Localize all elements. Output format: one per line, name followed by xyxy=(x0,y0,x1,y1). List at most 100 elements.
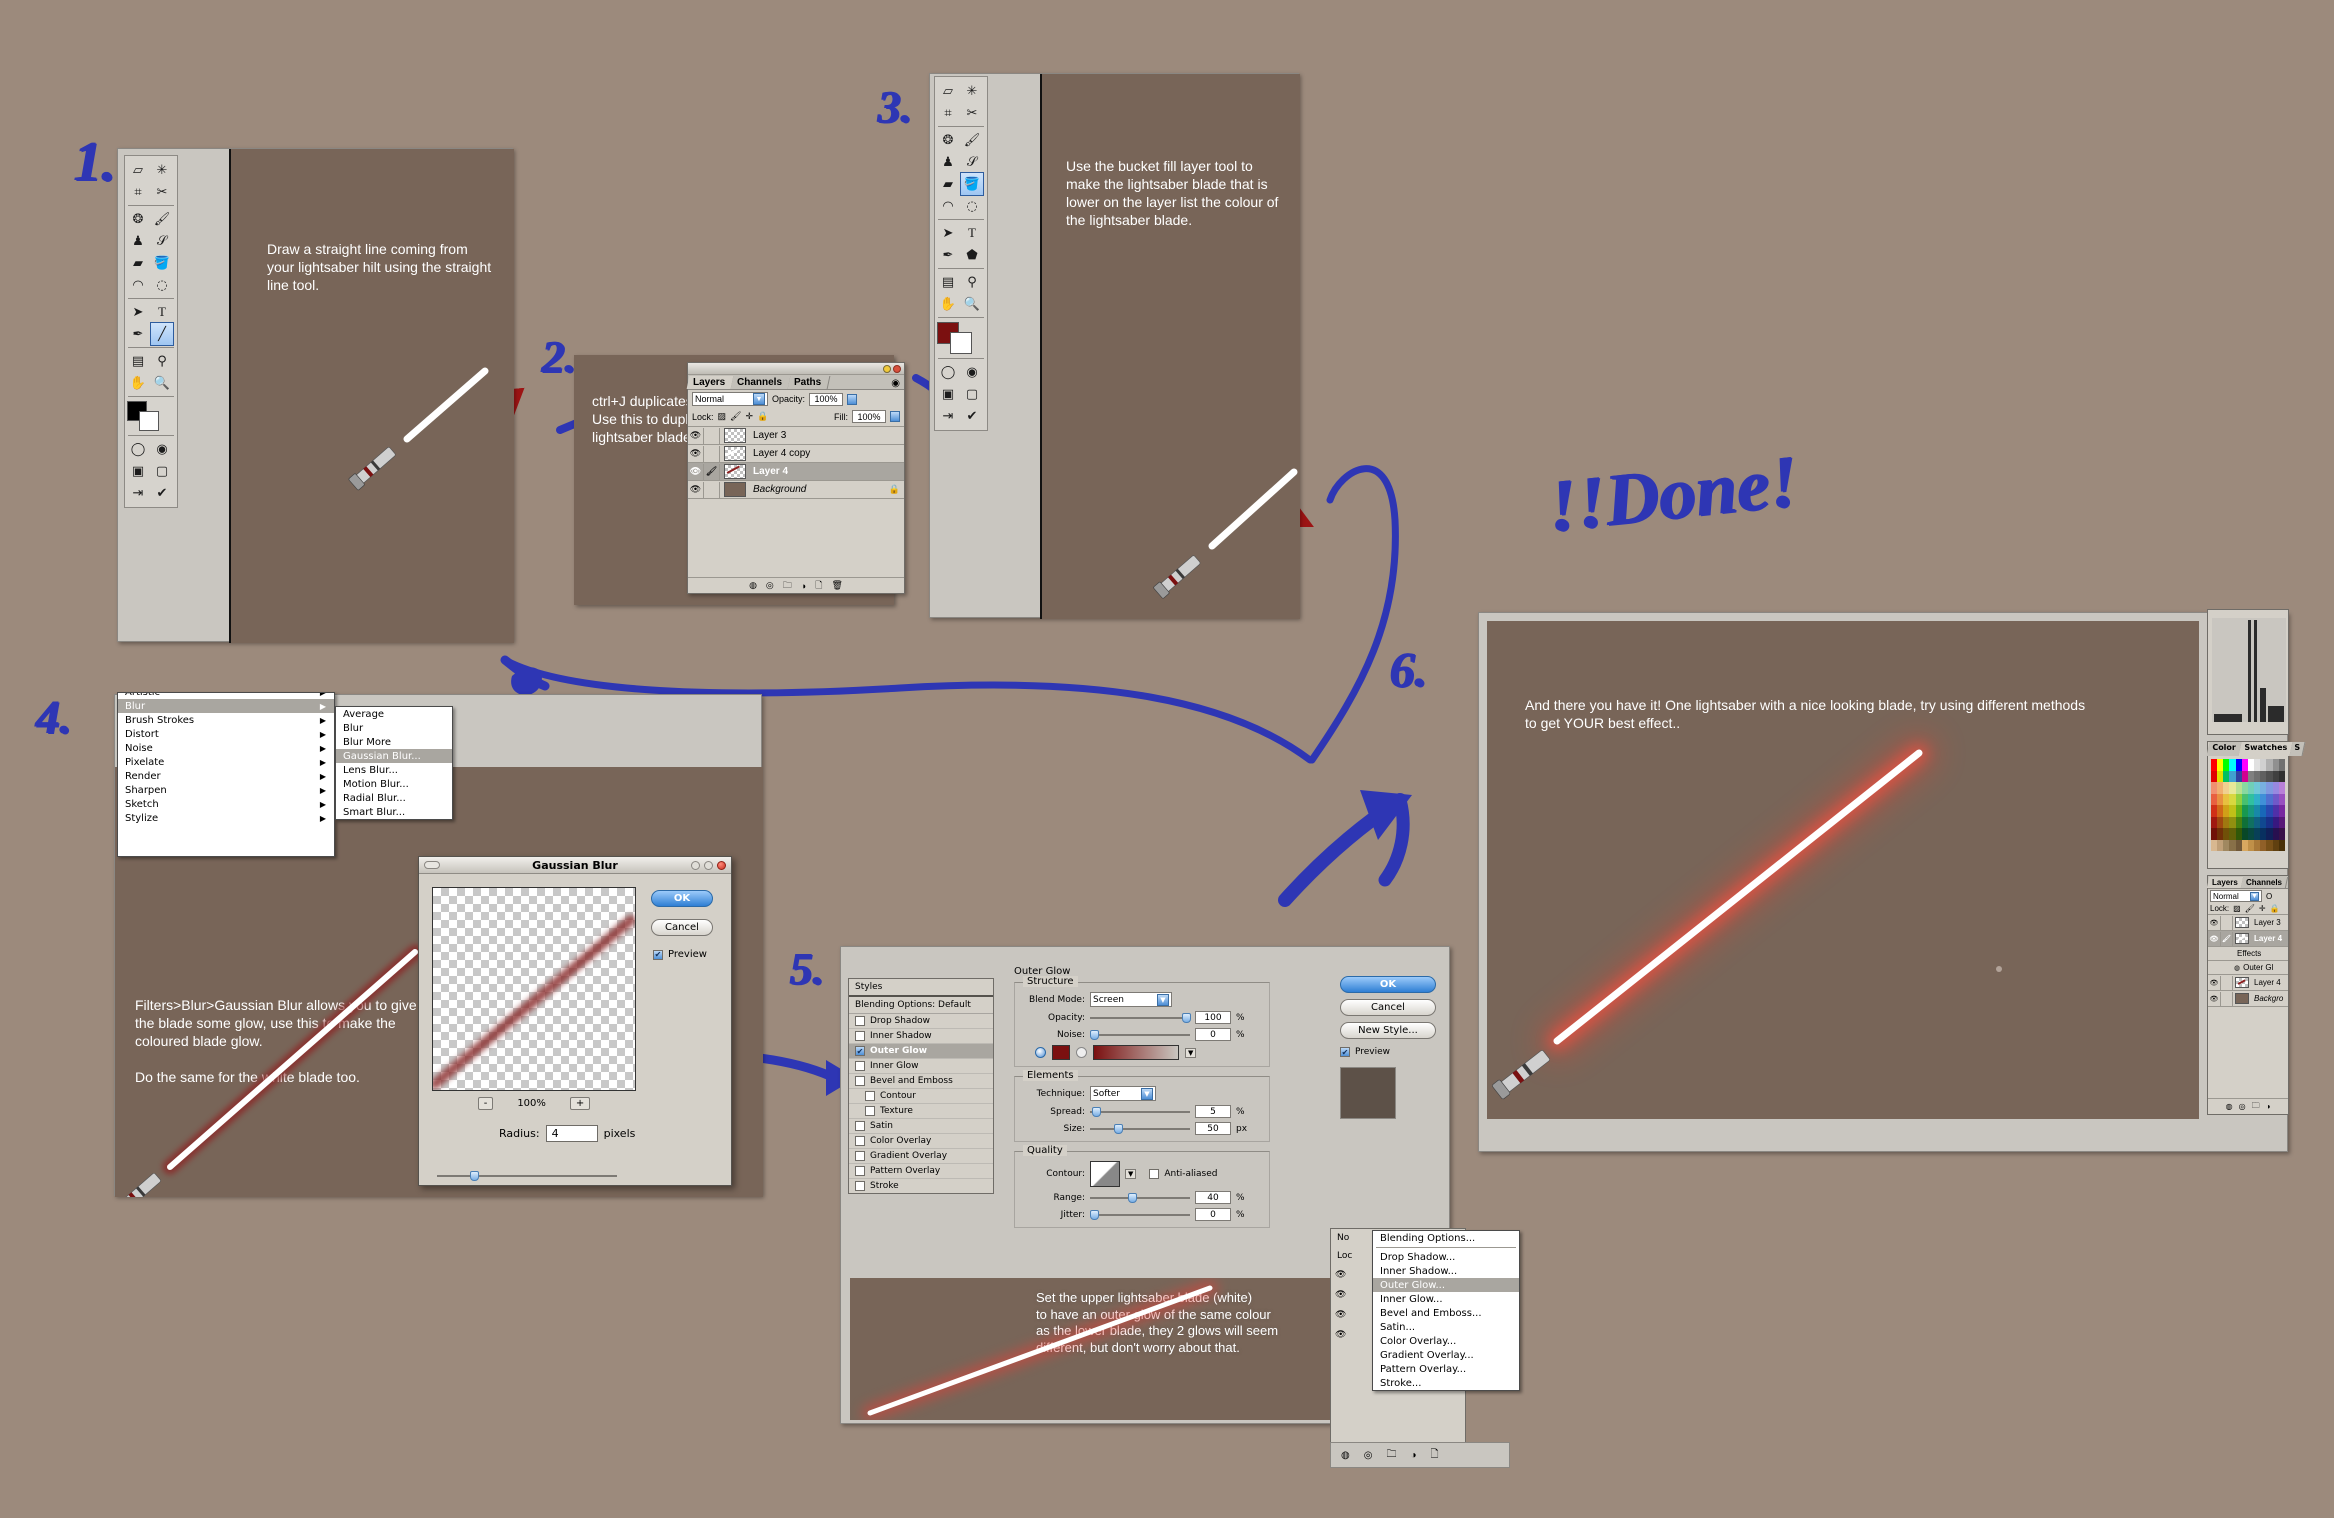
maximize-button[interactable] xyxy=(704,860,713,870)
checkbox[interactable] xyxy=(855,1151,865,1161)
style-item-color-overlay[interactable]: Color Overlay xyxy=(849,1134,993,1149)
checkbox[interactable] xyxy=(865,1106,875,1116)
menu-item-bevel-and-emboss[interactable]: Bevel and Emboss... xyxy=(1373,1306,1519,1320)
new-layer-icon[interactable]: 🗋 xyxy=(815,578,822,594)
menu-item-satin[interactable]: Satin... xyxy=(1373,1320,1519,1334)
style-item-bevel-and-emboss[interactable]: Bevel and Emboss xyxy=(849,1074,993,1089)
style-item-contour[interactable]: Contour xyxy=(849,1089,993,1104)
new-group-icon[interactable]: 🗀 xyxy=(783,578,792,594)
table-row[interactable]: 👁 🖌 Layer 4 xyxy=(2208,931,2288,947)
new-group-icon[interactable]: 🗀 xyxy=(2252,1100,2260,1114)
opacity-slider[interactable] xyxy=(1090,1012,1191,1023)
tab-paths[interactable]: Paths xyxy=(787,376,831,389)
style-item-outer-glow[interactable]: ✔ Outer Glow xyxy=(849,1044,993,1059)
link-cell[interactable] xyxy=(704,481,720,498)
path-select-icon[interactable]: ➤ xyxy=(937,222,959,244)
swatch-grid[interactable] xyxy=(2211,759,2285,851)
screen-mode-full-icon[interactable]: ▢ xyxy=(961,383,983,405)
style-item-inner-shadow[interactable]: Inner Shadow xyxy=(849,1029,993,1044)
layer-mask-icon[interactable]: ◎ xyxy=(766,580,774,591)
table-row[interactable]: 👁 Background 🔒 xyxy=(688,481,904,499)
crop-icon[interactable]: ⌗ xyxy=(127,181,149,203)
menu-item-blending-options[interactable]: Blending Options... xyxy=(1373,1231,1519,1245)
brush-icon[interactable]: 🖌 xyxy=(151,208,173,230)
chevron-down-icon[interactable]: ▼ xyxy=(753,393,765,405)
blur-submenu[interactable]: Average Blur Blur More Gaussian Blur... … xyxy=(335,706,453,820)
blur-icon[interactable]: ◠ xyxy=(127,274,149,296)
menu-item-drop-shadow[interactable]: Drop Shadow... xyxy=(1373,1250,1519,1264)
eye-icon[interactable]: 👁 xyxy=(688,463,704,480)
anti-aliased-checkbox[interactable] xyxy=(1149,1169,1160,1179)
menu-item-inner-glow[interactable]: Inner Glow... xyxy=(1373,1292,1519,1306)
layer-style-icon[interactable]: ◍ xyxy=(1341,1450,1350,1461)
size-slider[interactable] xyxy=(1090,1123,1190,1134)
clone-stamp-icon[interactable]: ♟ xyxy=(937,151,959,173)
zoom-icon[interactable]: 🔍 xyxy=(151,372,173,394)
blend-opacity-row[interactable]: Normal ▼ Opacity: 100% xyxy=(688,390,904,408)
menu-item-noise[interactable]: Noise ▶ xyxy=(118,741,334,755)
foreground-background-color-step3[interactable] xyxy=(937,320,972,356)
jump-to-imageready-icon[interactable]: ⇥ xyxy=(937,405,959,427)
style-item-stroke[interactable]: Stroke xyxy=(849,1179,993,1193)
link-cell[interactable] xyxy=(704,445,720,462)
lock-image-icon[interactable]: 🖌 xyxy=(2245,904,2255,913)
layers-list-final[interactable]: 👁 Layer 3 👁 🖌 Layer 4 Effects ◍ Outer Gl xyxy=(2208,915,2288,1007)
style-item-gradient-overlay[interactable]: Gradient Overlay xyxy=(849,1149,993,1164)
standard-mask-icon[interactable]: ◯ xyxy=(127,438,149,460)
crop-icon[interactable]: ⌗ xyxy=(937,102,959,124)
lock-fill-row[interactable]: Lock: ▨ 🖌 ✛ 🔒 Fill: 100% xyxy=(688,408,904,427)
spread-input[interactable]: 5 xyxy=(1195,1105,1231,1118)
menu-item-gaussian-blur[interactable]: Gaussian Blur... xyxy=(336,749,452,763)
menu-item-stylize[interactable]: Stylize ▶ xyxy=(118,811,334,825)
layers-list[interactable]: 👁 Layer 3 👁 Layer 4 copy 👁 🖌 Layer 4 👁 B… xyxy=(688,427,904,499)
outer-glow-settings[interactable]: Outer Glow Structure Blend Mode: Screen … xyxy=(1014,966,1270,1228)
checkbox[interactable]: ✔ xyxy=(855,1046,865,1056)
menu-item-blur-more[interactable]: Blur More xyxy=(336,735,452,749)
layers-palette-step2[interactable]: Layers Channels Paths ◉ Normal ▼ Opacity… xyxy=(686,362,905,594)
new-group-icon[interactable]: 🗀 xyxy=(1386,1447,1396,1464)
table-row[interactable]: 👁 Layer 4 copy xyxy=(688,445,904,463)
notes-icon[interactable]: ▤ xyxy=(937,271,959,293)
close-button[interactable] xyxy=(717,860,726,870)
ok-button[interactable]: OK xyxy=(1340,976,1436,993)
eye-icon[interactable]: 👁 xyxy=(688,445,704,462)
chevron-down-icon[interactable]: ▼ xyxy=(1125,1169,1137,1179)
preview-checkbox-row[interactable]: ✔ Preview xyxy=(653,949,707,960)
opacity-input[interactable]: 100 xyxy=(1195,1011,1231,1024)
screen-mode-standard-icon[interactable]: ▣ xyxy=(937,383,959,405)
slider-knob[interactable] xyxy=(1090,1029,1099,1040)
gaussian-blur-dialog[interactable]: Gaussian Blur - 100% + Radius: 4 pixels xyxy=(418,856,732,1186)
table-row[interactable]: 👁 🖌 Layer 4 xyxy=(688,463,904,481)
eye-icon[interactable]: 👁 xyxy=(2208,975,2221,990)
close-dot[interactable] xyxy=(893,364,901,373)
fill-field[interactable]: 100% xyxy=(852,410,886,423)
table-row[interactable]: 👁 Layer 4 xyxy=(2208,975,2288,991)
chevron-down-icon[interactable]: ▼ xyxy=(2250,891,2259,901)
menu-item-pixelate[interactable]: Pixelate ▶ xyxy=(118,755,334,769)
menu-item-color-overlay[interactable]: Color Overlay... xyxy=(1373,1334,1519,1348)
link-cell[interactable] xyxy=(2221,975,2233,990)
jitter-slider[interactable] xyxy=(1090,1209,1190,1220)
layer-mask-icon[interactable]: ◎ xyxy=(1364,1450,1373,1461)
gradient-radio[interactable] xyxy=(1076,1047,1087,1058)
preview-checkbox-row[interactable]: ✔ Preview xyxy=(1340,1047,1436,1057)
clone-stamp-icon[interactable]: ♟ xyxy=(127,230,149,252)
eye-icon[interactable]: 👁 xyxy=(2208,991,2221,1006)
range-slider[interactable] xyxy=(1090,1192,1190,1203)
jitter-input[interactable]: 0 xyxy=(1195,1208,1231,1221)
layer-style-buttons[interactable]: OK Cancel New Style... ✔ Preview xyxy=(1340,976,1436,1119)
dodge-icon[interactable]: ◌ xyxy=(151,274,173,296)
check-icon[interactable]: ✔ xyxy=(961,405,983,427)
eye-icon[interactable]: 👁 xyxy=(2208,931,2221,946)
healing-brush-icon[interactable]: ❂ xyxy=(127,208,149,230)
menu-item-average[interactable]: Average xyxy=(336,707,452,721)
new-style-button[interactable]: New Style... xyxy=(1340,1022,1436,1039)
jump-to-imageready-icon[interactable]: ⇥ xyxy=(127,482,149,504)
blur-icon[interactable]: ◠ xyxy=(937,195,959,217)
opacity-slider-arrow-icon[interactable] xyxy=(847,393,858,405)
cancel-button[interactable]: Cancel xyxy=(651,919,713,936)
checkbox[interactable] xyxy=(855,1031,865,1041)
healing-brush-icon[interactable]: ❂ xyxy=(937,129,959,151)
magic-wand-icon[interactable]: ✳ xyxy=(961,80,983,102)
pen-icon[interactable]: ✒ xyxy=(937,244,959,266)
